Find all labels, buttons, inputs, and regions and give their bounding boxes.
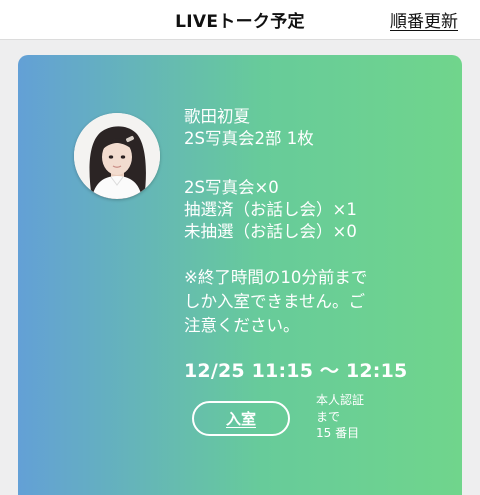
ticket-count-photo: 2S写真会×0 — [184, 178, 279, 197]
enter-room-button[interactable]: 入室 — [192, 401, 290, 436]
ticket-count-undrawn: 未抽選（お話し会）×0 — [184, 222, 357, 241]
queue-position: 15 番目 — [316, 426, 360, 440]
queue-line: まで — [316, 409, 341, 424]
member-avatar — [74, 113, 160, 199]
queue-status: 本人認証 まで 15 番目 — [316, 392, 364, 442]
member-name: 歌田初夏 — [184, 107, 250, 126]
notice-line: しか入室できません。ご — [184, 292, 366, 311]
time-range: 12/25 11:15 〜 12:15 — [184, 360, 408, 382]
event-line: 2S写真会2部 1枚 — [184, 129, 314, 148]
notice-line: ※終了時間の10分前まで — [184, 268, 368, 287]
notice-line: 注意ください。 — [184, 316, 300, 335]
enter-room-label: 入室 — [225, 410, 256, 428]
header-bar: LIVEトーク予定 順番更新 — [0, 0, 480, 40]
refresh-order-button[interactable]: 順番更新 — [390, 7, 458, 32]
queue-line: 本人認証 — [316, 393, 365, 407]
ticket-count-drawn: 抽選済（お話し会）×1 — [184, 200, 357, 219]
